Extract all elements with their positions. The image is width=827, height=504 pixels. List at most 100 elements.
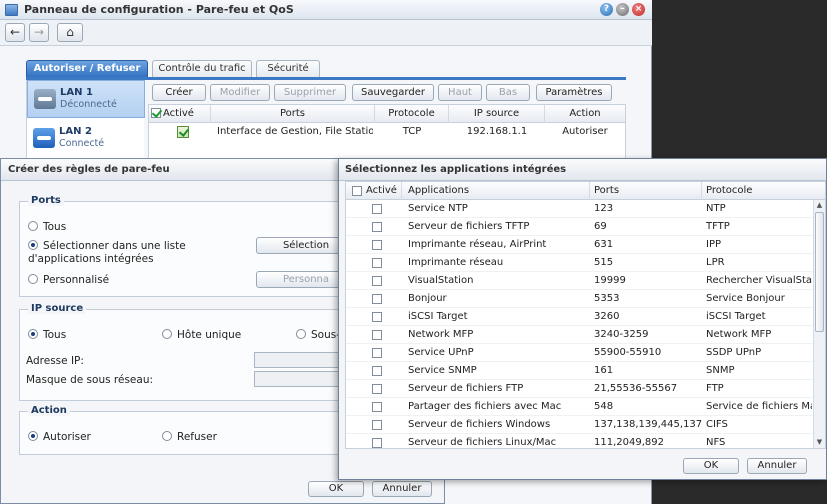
interface-name: LAN 1 <box>60 87 93 98</box>
edit-button[interactable]: Modifier <box>210 84 270 101</box>
select-all-checkbox[interactable] <box>352 186 362 196</box>
section-legend: Action <box>28 405 70 416</box>
control-panel-icon <box>5 4 18 16</box>
radio-button[interactable] <box>28 274 38 284</box>
save-button[interactable]: Sauvegarder <box>352 84 434 101</box>
radio-button[interactable] <box>28 431 38 441</box>
scroll-down-icon[interactable]: ▼ <box>814 437 825 448</box>
app-ports: 631 <box>594 239 614 250</box>
ports-select-list-option[interactable]: Sélectionner dans une liste d'applicatio… <box>28 240 248 266</box>
ok-button[interactable]: OK <box>683 458 739 474</box>
cancel-button[interactable]: Annuler <box>747 458 807 474</box>
column-header-ports[interactable]: Ports <box>211 105 375 123</box>
minimize-icon[interactable]: – <box>616 3 629 16</box>
scrollbar-thumb[interactable] <box>815 212 824 332</box>
app-checkbox[interactable] <box>372 204 382 214</box>
radio-button[interactable] <box>28 240 38 250</box>
app-checkbox[interactable] <box>372 258 382 268</box>
table-row[interactable]: Network MFP 3240-3259 Network MFP <box>346 326 813 344</box>
app-checkbox[interactable] <box>372 294 382 304</box>
interface-status: Déconnecté <box>60 99 117 110</box>
ports-all-option[interactable]: Tous <box>28 221 66 233</box>
vertical-scrollbar[interactable]: ▲ ▼ <box>813 200 825 448</box>
source-single-host-option[interactable]: Hôte unique <box>162 329 241 341</box>
app-checkbox[interactable] <box>372 240 382 250</box>
forward-button[interactable]: → <box>29 23 49 42</box>
radio-button[interactable] <box>296 329 306 339</box>
select-all-checkbox[interactable] <box>151 108 161 118</box>
tab-allow-deny[interactable]: Autoriser / Refuser <box>26 60 148 78</box>
rule-protocol: TCP <box>402 126 422 137</box>
tab-traffic-control[interactable]: Contrôle du trafic <box>152 60 252 78</box>
radio-button[interactable] <box>162 431 172 441</box>
move-up-button[interactable]: Haut <box>438 84 482 101</box>
table-row[interactable]: Bonjour 5353 Service Bonjour <box>346 290 813 308</box>
column-header-source-ip[interactable]: IP source <box>449 105 545 123</box>
column-header-protocol[interactable]: Protocole <box>702 182 825 200</box>
table-row[interactable]: Serveur de fichiers FTP 21,55536-55567 F… <box>346 380 813 398</box>
table-row[interactable]: Partager des fichiers avec Mac 548 Servi… <box>346 398 813 416</box>
app-protocol: TFTP <box>706 221 730 232</box>
table-row[interactable]: Service SNMP 161 SNMP <box>346 362 813 380</box>
home-button[interactable]: ⌂ <box>57 23 83 42</box>
table-row[interactable]: Serveur de fichiers Linux/Mac 111,2049,8… <box>346 434 813 448</box>
column-header-protocol[interactable]: Protocole <box>375 105 449 123</box>
app-checkbox[interactable] <box>372 420 382 430</box>
tab-bar: Autoriser / Refuser Contrôle du trafic S… <box>26 60 626 78</box>
ok-button[interactable]: OK <box>308 481 364 497</box>
app-protocol: Service Bonjour <box>706 293 785 304</box>
app-name: Partager des fichiers avec Mac <box>408 401 562 412</box>
table-row[interactable]: VisualStation 19999 Rechercher VisualSta… <box>346 272 813 290</box>
column-header-applications[interactable]: Applications <box>402 182 590 200</box>
table-row[interactable]: Service UPnP 55900-55910 SSDP UPnP <box>346 344 813 362</box>
app-ports: 5353 <box>594 293 620 304</box>
source-all-option[interactable]: Tous <box>28 329 66 341</box>
tab-security[interactable]: Sécurité <box>256 60 320 78</box>
app-checkbox[interactable] <box>372 330 382 340</box>
create-button[interactable]: Créer <box>152 84 206 101</box>
move-down-button[interactable]: Bas <box>486 84 530 101</box>
column-header-active: Activé <box>163 108 194 119</box>
interface-item-lan1[interactable]: LAN 1 Déconnecté <box>27 80 145 118</box>
settings-button[interactable]: Paramètres <box>536 84 612 101</box>
interface-item-lan2[interactable]: LAN 2 Connecté <box>27 120 145 158</box>
app-checkbox[interactable] <box>372 384 382 394</box>
app-checkbox[interactable] <box>372 348 382 358</box>
rule-enabled-checkbox[interactable] <box>177 126 189 138</box>
table-row[interactable]: Imprimante réseau 515 LPR <box>346 254 813 272</box>
app-ports: 111,2049,892 <box>594 437 664 448</box>
radio-button[interactable] <box>28 221 38 231</box>
app-protocol: LPR <box>706 257 725 268</box>
rule-action: Autoriser <box>562 126 608 137</box>
cancel-button[interactable]: Annuler <box>372 481 432 497</box>
column-header-action[interactable]: Action <box>545 105 625 123</box>
app-checkbox[interactable] <box>372 402 382 412</box>
table-row[interactable]: Service NTP 123 NTP <box>346 200 813 218</box>
window-title: Panneau de configuration - Pare-feu et Q… <box>24 3 294 16</box>
action-allow-option[interactable]: Autoriser <box>28 431 91 443</box>
column-header-ports[interactable]: Ports <box>590 182 702 200</box>
app-protocol: CIFS <box>706 419 728 430</box>
rules-toolbar: Créer Modifier Supprimer Sauvegarder Hau… <box>148 82 628 104</box>
action-deny-option[interactable]: Refuser <box>162 431 217 443</box>
table-row[interactable]: iSCSI Target 3260 iSCSI Target <box>346 308 813 326</box>
table-row[interactable]: Serveur de fichiers TFTP 69 TFTP <box>346 218 813 236</box>
help-icon[interactable]: ? <box>600 3 613 16</box>
scroll-up-icon[interactable]: ▲ <box>814 200 825 211</box>
app-checkbox[interactable] <box>372 276 382 286</box>
ports-custom-option[interactable]: Personnalisé <box>28 274 109 286</box>
app-checkbox[interactable] <box>372 222 382 232</box>
table-row[interactable]: Interface de Gestion, File Station,... T… <box>149 123 625 141</box>
radio-button[interactable] <box>162 329 172 339</box>
app-checkbox[interactable] <box>372 366 382 376</box>
back-button[interactable]: ← <box>5 23 25 42</box>
app-checkbox[interactable] <box>372 312 382 322</box>
delete-button[interactable]: Supprimer <box>274 84 346 101</box>
app-name: Serveur de fichiers TFTP <box>408 221 530 232</box>
table-row[interactable]: Serveur de fichiers Windows 137,138,139,… <box>346 416 813 434</box>
window-titlebar[interactable]: Panneau de configuration - Pare-feu et Q… <box>0 0 652 20</box>
radio-button[interactable] <box>28 329 38 339</box>
app-checkbox[interactable] <box>372 438 382 448</box>
table-row[interactable]: Imprimante réseau, AirPrint 631 IPP <box>346 236 813 254</box>
close-icon[interactable]: × <box>632 3 645 16</box>
